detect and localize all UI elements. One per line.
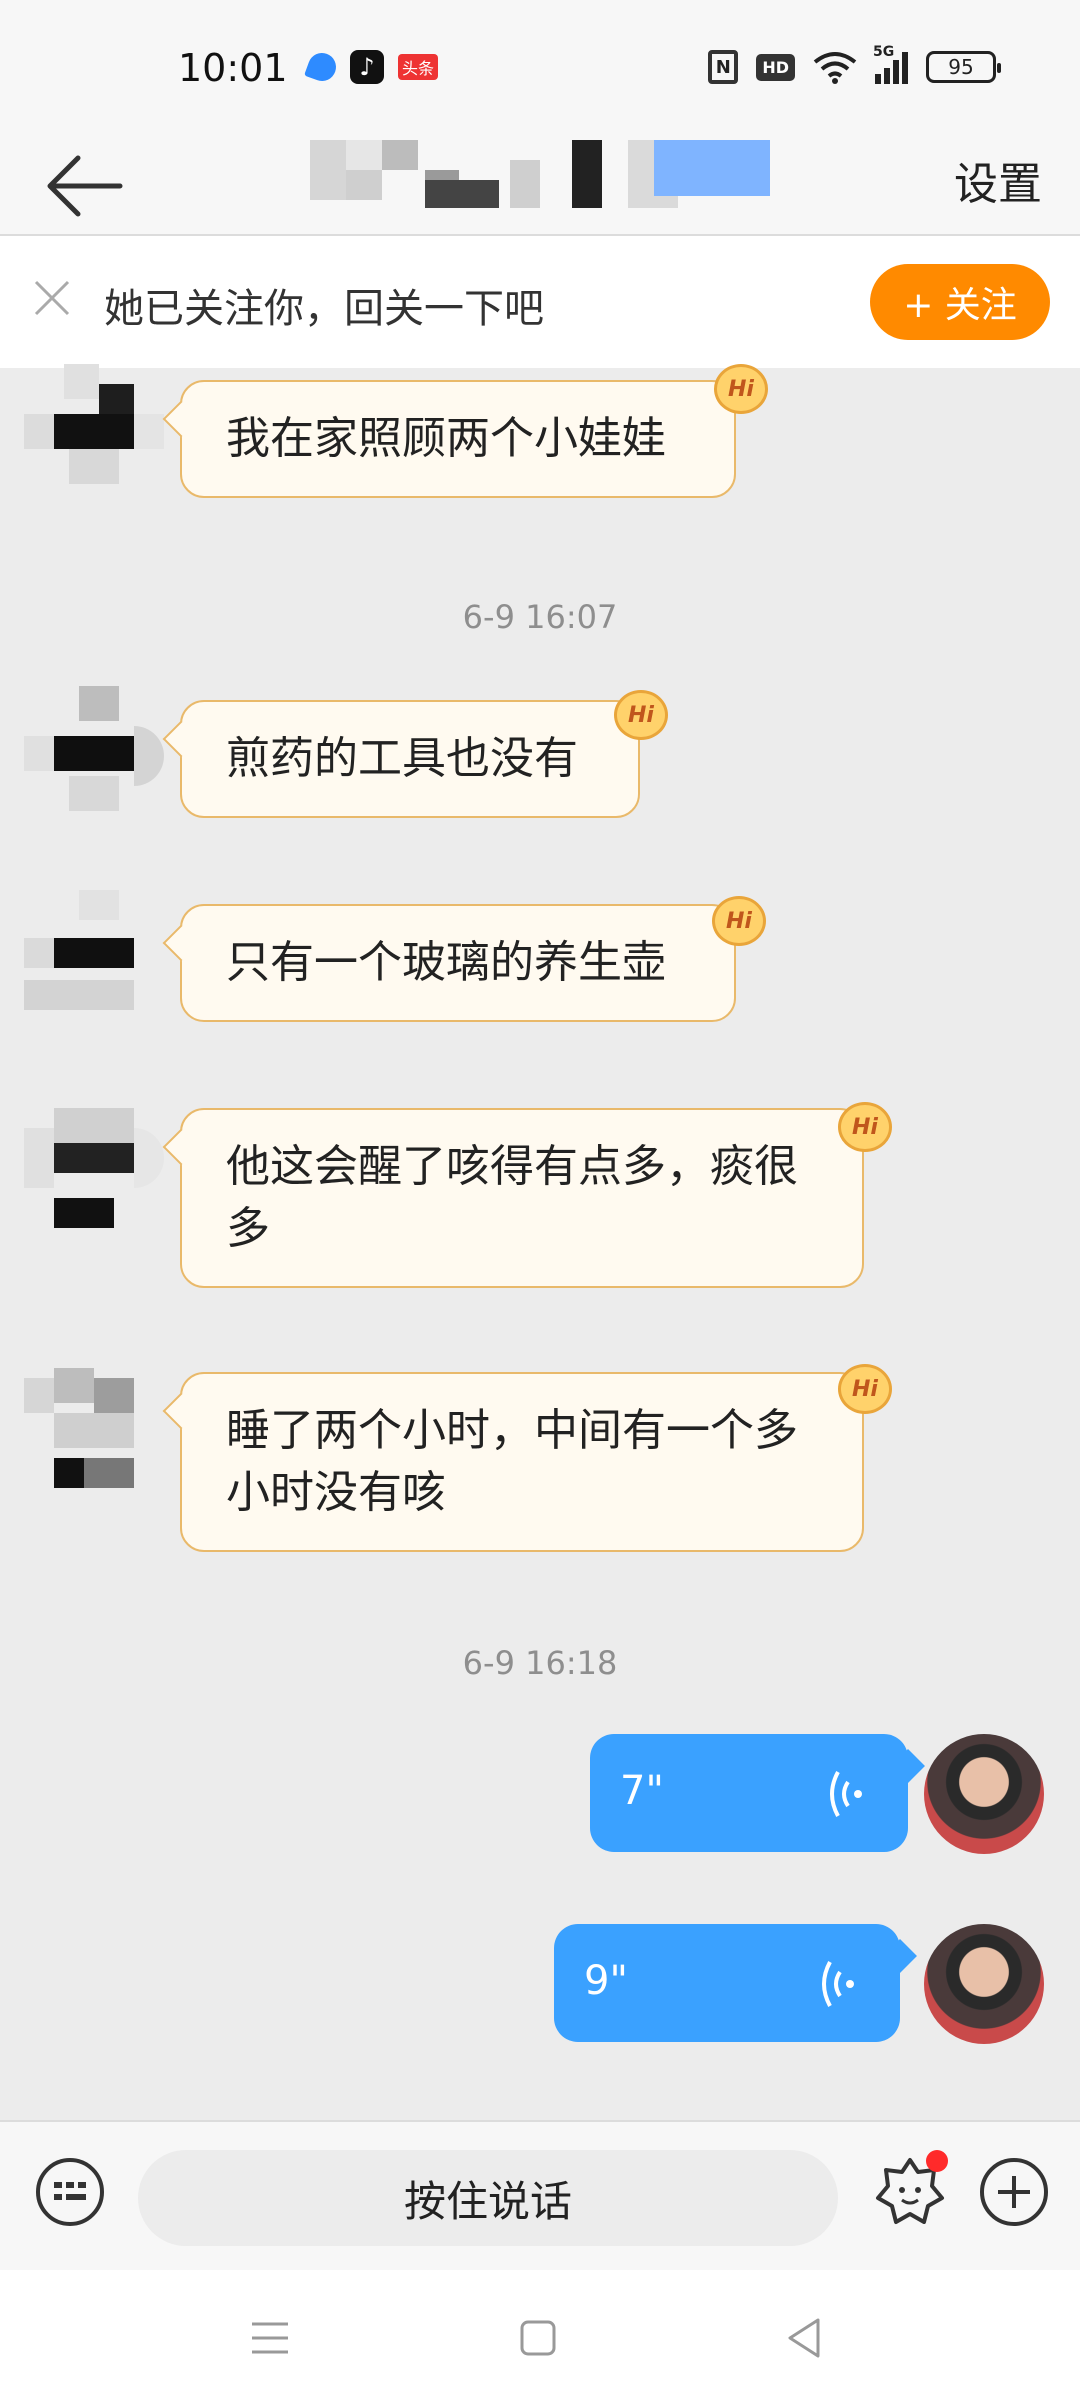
signal-icon: 5G	[873, 44, 908, 84]
timestamp: 6-9 16:07	[462, 598, 618, 636]
voice-duration: 9"	[584, 1958, 628, 2004]
feather-icon	[304, 49, 340, 85]
home-square-icon[interactable]	[514, 2314, 562, 2362]
voice-wave-icon	[822, 1961, 854, 2007]
my-avatar[interactable]	[924, 1734, 1044, 1854]
hi-badge-icon: Hi	[714, 364, 768, 414]
system-nav-bar	[0, 2270, 1080, 2400]
plus-icon[interactable]	[980, 2158, 1048, 2226]
status-time: 10:01	[178, 46, 288, 90]
hd-icon: HD	[756, 53, 795, 81]
my-avatar[interactable]	[924, 1924, 1044, 2044]
contact-name-redacted	[310, 140, 770, 210]
status-bar: 10:01 ♪ 头条 N HD 5G 95	[0, 0, 1080, 140]
follow-back-text: 她已关注你，回关一下吧	[104, 286, 544, 332]
hi-badge-icon: Hi	[838, 1364, 892, 1414]
chat-message-list[interactable]: 我在家照顾两个小娃娃 Hi 6-9 16:07 煎药的工具也没有 Hi 只有一个…	[0, 364, 1080, 2120]
system-indicators: N HD 5G 95	[708, 44, 1001, 84]
close-icon[interactable]	[30, 276, 74, 320]
avatar[interactable]	[24, 686, 164, 826]
message-bubble[interactable]: 睡了两个小时，中间有一个多小时没有咳	[180, 1372, 864, 1552]
message-text: 他这会醒了咳得有点多，痰很多	[226, 1141, 798, 1254]
voice-wave-icon	[830, 1771, 862, 1817]
battery-level: 95	[948, 55, 974, 79]
wifi-icon	[813, 52, 857, 84]
message-bubble[interactable]: 煎药的工具也没有	[180, 700, 640, 818]
network-type: 5G	[873, 44, 895, 60]
message-text: 煎药的工具也没有	[226, 733, 578, 784]
message-text: 睡了两个小时，中间有一个多小时没有咳	[226, 1405, 798, 1518]
message-bubble[interactable]: 只有一个玻璃的养生壶	[180, 904, 736, 1022]
settings-button[interactable]: 设置	[954, 148, 1042, 212]
menu-icon[interactable]	[246, 2314, 294, 2362]
voice-message-bubble[interactable]: 9"	[554, 1924, 900, 2042]
back-triangle-icon[interactable]	[780, 2314, 828, 2362]
notification-icons: ♪ 头条	[304, 49, 438, 85]
nfc-icon: N	[708, 50, 739, 84]
message-bubble[interactable]: 他这会醒了咳得有点多，痰很多	[180, 1108, 864, 1288]
voice-message-bubble[interactable]: 7"	[590, 1734, 908, 1852]
voice-duration: 7"	[620, 1768, 664, 1814]
chat-header: 设置	[0, 140, 1080, 236]
hi-badge-icon: Hi	[712, 896, 766, 946]
arrow-left-icon[interactable]	[40, 146, 130, 226]
avatar[interactable]	[24, 890, 164, 1030]
hi-badge-icon: Hi	[614, 690, 668, 740]
battery-icon: 95	[926, 51, 1001, 83]
hold-to-talk-button[interactable]: 按住说话	[138, 2150, 838, 2246]
input-bar: 按住说话	[0, 2120, 1080, 2270]
toutiao-icon: 头条	[398, 54, 438, 80]
avatar[interactable]	[24, 364, 164, 504]
keyboard-glyph	[54, 2182, 86, 2200]
plus-glyph	[998, 2176, 1030, 2208]
timestamp: 6-9 16:18	[462, 1644, 618, 1682]
follow-back-banner: 她已关注你，回关一下吧 + 关注	[0, 236, 1080, 368]
tiktok-icon: ♪	[350, 50, 384, 84]
follow-button[interactable]: + 关注	[870, 264, 1050, 340]
hi-badge-icon: Hi	[838, 1102, 892, 1152]
keyboard-icon[interactable]	[36, 2158, 104, 2226]
message-text: 只有一个玻璃的养生壶	[226, 937, 666, 988]
message-text: 我在家照顾两个小娃娃	[226, 413, 666, 464]
message-bubble[interactable]: 我在家照顾两个小娃娃	[180, 380, 736, 498]
avatar[interactable]	[24, 1108, 164, 1248]
notification-dot	[926, 2150, 948, 2172]
avatar[interactable]	[24, 1368, 164, 1508]
